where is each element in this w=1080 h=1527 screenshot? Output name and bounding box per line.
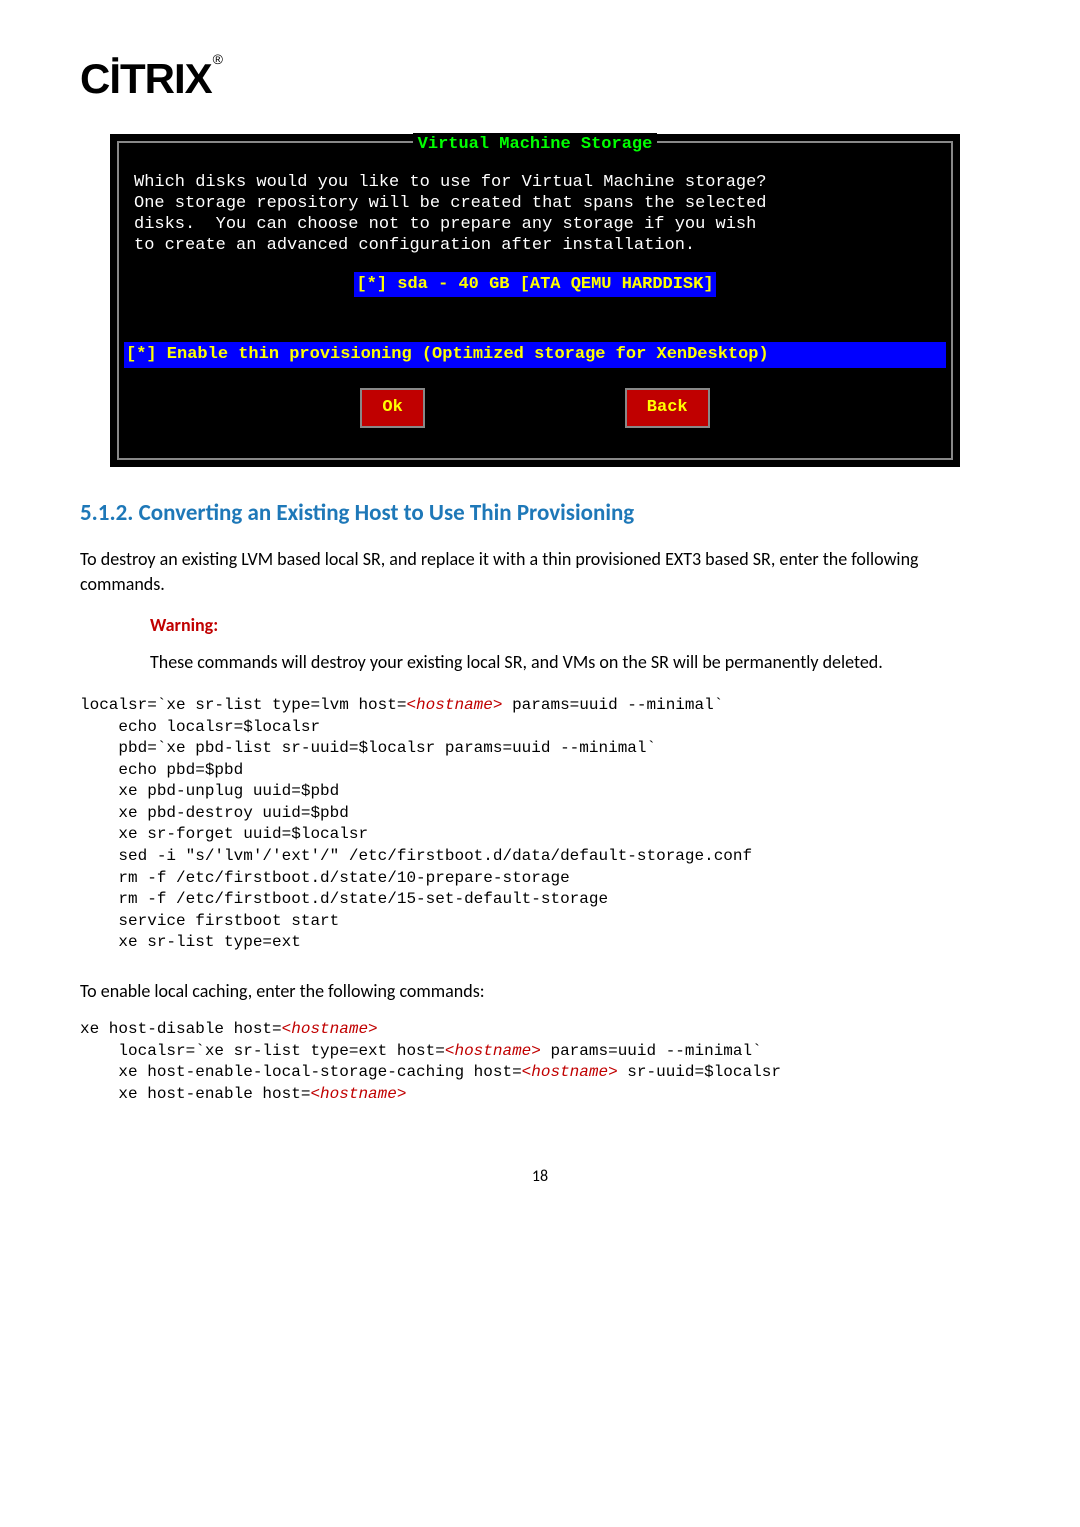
terminal-screenshot: Virtual Machine Storage Which disks woul… bbox=[110, 134, 960, 467]
code-block-1: localsr=`xe sr-list type=lvm host=<hostn… bbox=[80, 695, 1000, 954]
warning-text: These commands will destroy your existin… bbox=[150, 650, 1000, 675]
warning-block: Warning: These commands will destroy you… bbox=[150, 613, 1000, 675]
caching-intro: To enable local caching, enter the follo… bbox=[80, 979, 1000, 1004]
terminal-title: Virtual Machine Storage bbox=[413, 133, 658, 157]
section-heading: 5.1.2. Converting an Existing Host to Us… bbox=[80, 497, 1000, 529]
back-button[interactable]: Back bbox=[625, 388, 710, 428]
code-block-2: xe host-disable host=<hostname> localsr=… bbox=[80, 1019, 1000, 1105]
thin-provisioning-option[interactable]: [*] Enable thin provisioning (Optimized … bbox=[124, 342, 946, 368]
citrix-logo: CİTRIX® bbox=[80, 50, 1000, 109]
disk-selection-option[interactable]: [*] sda - 40 GB [ATA QEMU HARDDISK] bbox=[354, 272, 715, 298]
ok-button[interactable]: Ok bbox=[360, 388, 424, 428]
terminal-description: Which disks would you like to use for Vi… bbox=[119, 167, 951, 262]
warning-title: Warning: bbox=[150, 613, 1000, 638]
section-intro: To destroy an existing LVM based local S… bbox=[80, 547, 1000, 597]
page-number: 18 bbox=[80, 1166, 1000, 1188]
